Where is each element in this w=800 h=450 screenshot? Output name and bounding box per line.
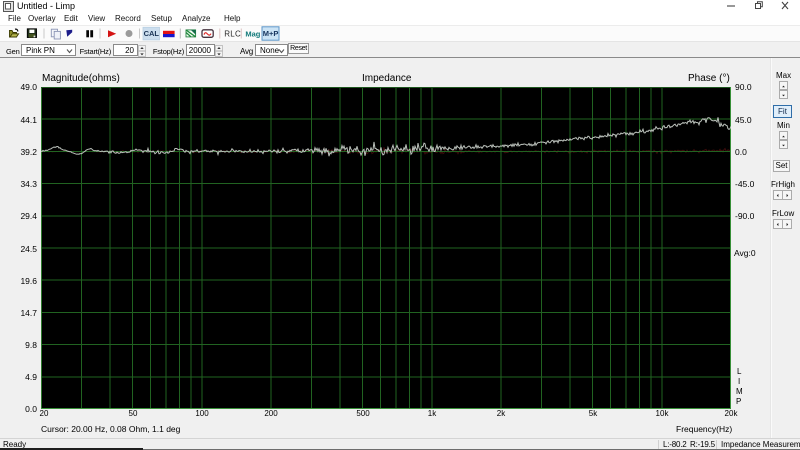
svg-text:M+P: M+P bbox=[263, 29, 279, 38]
svg-text:CAL: CAL bbox=[144, 29, 160, 38]
svg-text:Mag: Mag bbox=[245, 29, 260, 38]
svg-text:RLC: RLC bbox=[224, 30, 241, 39]
